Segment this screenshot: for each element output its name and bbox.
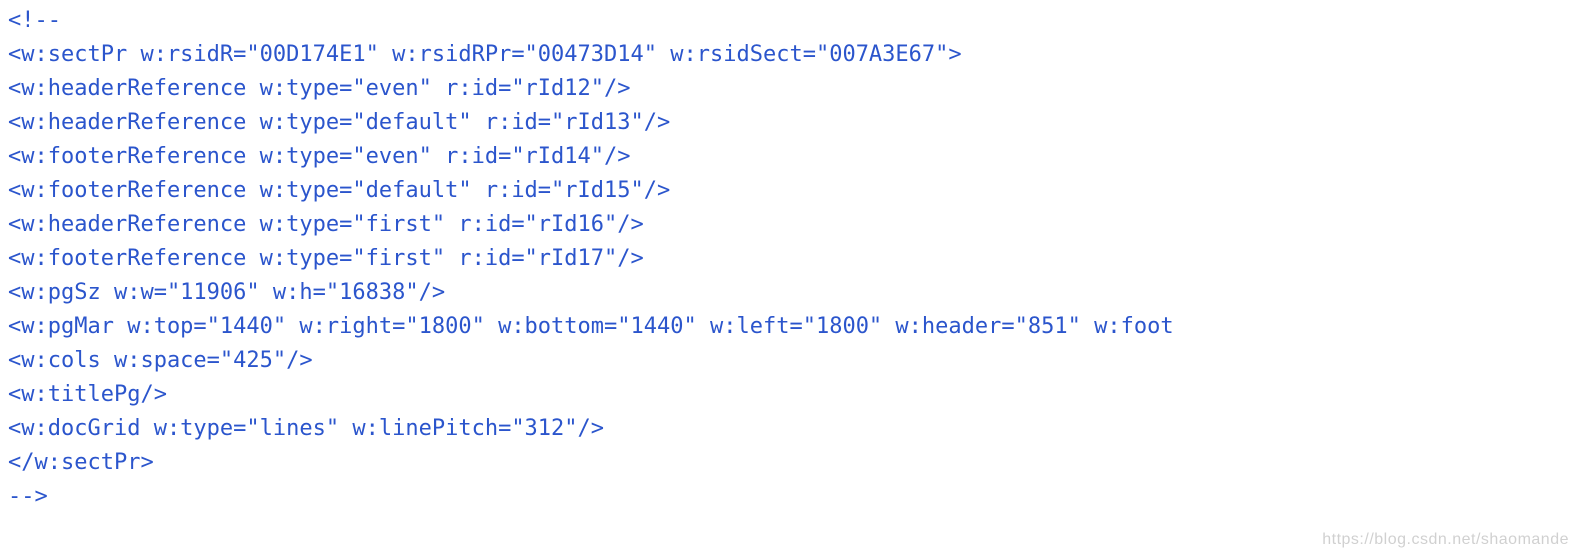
code-line: <w:footerReference w:type="first" r:id="…: [8, 246, 644, 271]
code-line: <w:headerReference w:type="first" r:id="…: [8, 212, 644, 237]
code-line: <w:footerReference w:type="even" r:id="r…: [8, 144, 631, 169]
code-line: <w:docGrid w:type="lines" w:linePitch="3…: [8, 416, 604, 441]
code-line: <w:pgMar w:top="1440" w:right="1800" w:b…: [8, 314, 1174, 339]
code-line: <w:titlePg/>: [8, 382, 167, 407]
code-line: <w:headerReference w:type="even" r:id="r…: [8, 76, 631, 101]
code-line: <!--: [8, 8, 61, 33]
watermark-text: https://blog.csdn.net/shaomande: [1322, 531, 1569, 549]
code-line: -->: [8, 484, 48, 509]
code-line: <w:pgSz w:w="11906" w:h="16838"/>: [8, 280, 445, 305]
xml-code-block: <!-- <w:sectPr w:rsidR="00D174E1" w:rsid…: [0, 0, 1581, 518]
code-line: <w:cols w:space="425"/>: [8, 348, 313, 373]
code-line: </w:sectPr>: [8, 450, 154, 475]
code-line: <w:sectPr w:rsidR="00D174E1" w:rsidRPr="…: [8, 42, 962, 67]
code-line: <w:headerReference w:type="default" r:id…: [8, 110, 670, 135]
code-line: <w:footerReference w:type="default" r:id…: [8, 178, 670, 203]
